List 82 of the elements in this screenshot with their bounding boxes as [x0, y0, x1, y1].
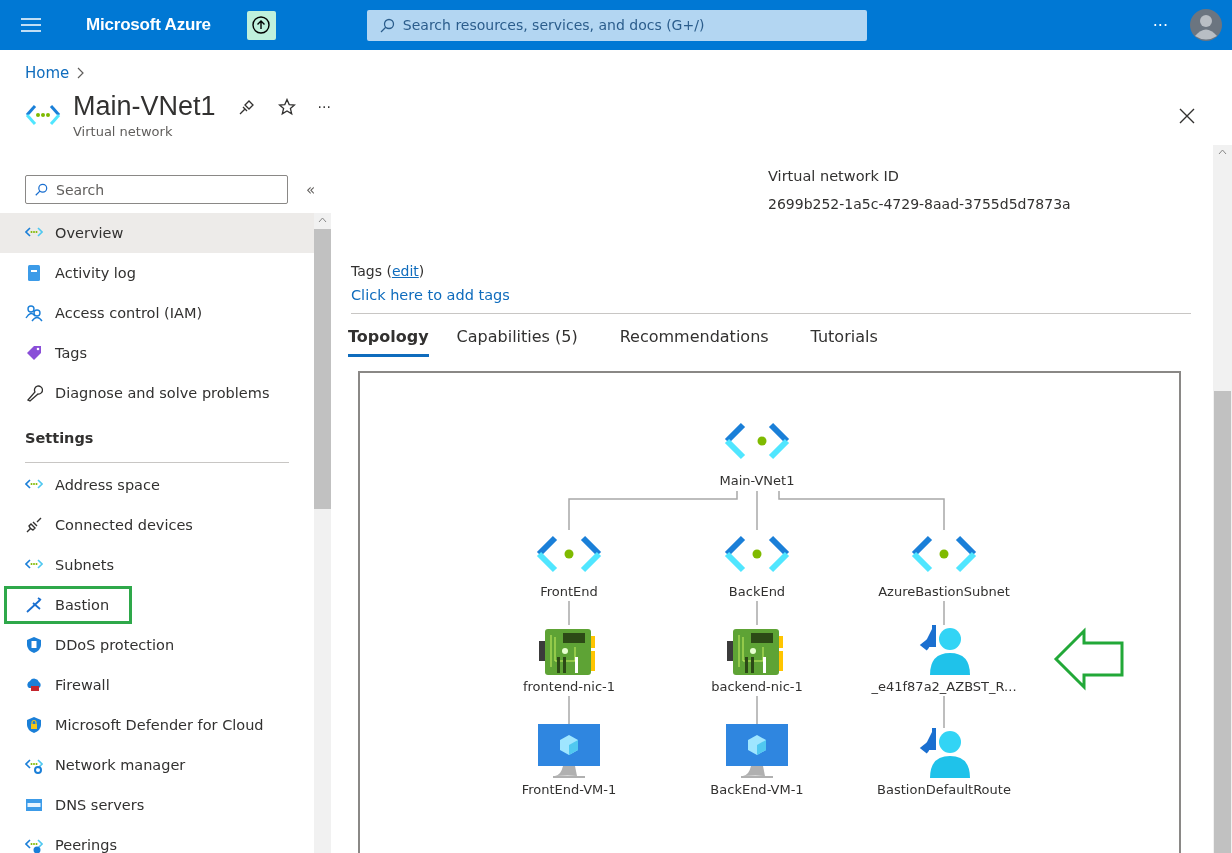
circuit-board-icon — [539, 629, 595, 675]
network-gear-icon — [25, 756, 43, 774]
node-label[interactable]: AzureBastionSubnet — [878, 584, 1010, 599]
search-icon — [34, 183, 48, 197]
menu-item[interactable]: Address space — [0, 465, 314, 505]
resource-type: Virtual network — [73, 124, 174, 139]
person-icon — [919, 623, 970, 675]
upgrade-button[interactable] — [246, 10, 276, 40]
node-label[interactable]: Main-VNet1 — [719, 473, 795, 488]
node-label[interactable]: backend-nic-1 — [711, 679, 803, 694]
search-field[interactable]: Search — [25, 175, 288, 204]
log-icon — [25, 264, 43, 282]
star-icon[interactable] — [277, 97, 296, 116]
scrollbar[interactable] — [1213, 145, 1232, 853]
menu-item[interactable]: Access control (IAM) — [0, 293, 314, 333]
network-icon — [25, 103, 61, 127]
menu-item[interactable]: Firewall — [0, 665, 314, 705]
connector-line — [756, 600, 758, 626]
shield-icon — [25, 636, 43, 654]
menu-item[interactable]: Microsoft Defender for Cloud — [0, 705, 314, 745]
search-icon — [378, 17, 395, 34]
network-icon — [536, 535, 602, 573]
shield-lock-icon — [25, 716, 43, 734]
more-button[interactable]: ··· — [317, 98, 331, 115]
collapse-button[interactable]: « — [306, 180, 316, 199]
circuit-board-icon — [727, 629, 783, 675]
menu-item[interactable]: Activity log — [0, 253, 314, 293]
node-label[interactable]: FrontEnd-VM-1 — [521, 782, 617, 797]
node-label[interactable]: BastionDefaultRoute — [877, 782, 1011, 797]
connector-line — [943, 600, 945, 626]
plug-icon — [25, 516, 43, 534]
edit-link[interactable]: edit — [391, 263, 419, 280]
field-value: 2699b252-1a5c-4729-8aad-3755d5d7873a — [768, 196, 1072, 212]
node-label[interactable]: frontend-nic-1 — [522, 679, 616, 694]
tab[interactable]: Tutorials — [810, 321, 892, 357]
connector-line — [756, 490, 758, 531]
menu-item[interactable]: Connected devices — [0, 505, 314, 545]
network-icon — [911, 535, 977, 573]
menu-item[interactable]: Diagnose and solve problems — [0, 373, 314, 413]
cloud-firewall-icon — [25, 676, 43, 694]
menu-item[interactable]: Peerings — [0, 825, 314, 853]
wrench-icon — [25, 384, 43, 402]
tab[interactable]: Recommendations — [619, 321, 783, 357]
people-icon — [25, 304, 43, 322]
menu-item[interactable]: DDoS protection — [0, 625, 314, 665]
add-tags-link[interactable]: Click here to add tags — [351, 287, 510, 304]
connector-line — [943, 695, 945, 729]
menu-item[interactable]: DNS servers — [0, 785, 314, 825]
more-button[interactable]: ··· — [1152, 15, 1168, 35]
network-icon — [724, 422, 790, 460]
node-label[interactable]: _e41f87a2_AZBST_R... — [871, 679, 1017, 694]
menu-item[interactable]: Bastion — [3, 585, 133, 625]
tags-label: Tags (edit) — [351, 263, 426, 280]
monitor-icon — [726, 724, 788, 778]
person-icon — [919, 726, 970, 778]
product-name[interactable]: Microsoft Azure — [86, 15, 211, 35]
search-field[interactable]: Search resources, services, and docs (G+/) — [366, 9, 867, 41]
tab[interactable]: Topology — [348, 321, 429, 357]
menu-item[interactable]: Network manager — [0, 745, 314, 785]
tab[interactable]: Capabilities (5) — [456, 321, 592, 357]
www-icon — [25, 796, 43, 814]
menu-item[interactable]: Overview — [0, 213, 314, 253]
node-label[interactable]: BackEnd — [728, 584, 786, 599]
tag-icon — [25, 344, 43, 362]
network-icon — [724, 535, 790, 573]
monitor-icon — [538, 724, 600, 778]
chevron-right-icon — [77, 67, 86, 79]
scrollbar[interactable] — [314, 213, 331, 853]
menu-item[interactable]: Subnets — [0, 545, 314, 585]
node-label[interactable]: FrontEnd — [540, 584, 598, 599]
section-heading: Settings — [25, 413, 289, 463]
avatar[interactable] — [1190, 9, 1222, 41]
breadcrumb-link[interactable]: Home — [25, 64, 70, 82]
menu-item[interactable]: Tags — [0, 333, 314, 373]
resource-title: Main-VNet1 — [73, 91, 216, 122]
menu-icon[interactable] — [21, 18, 41, 32]
field-label: Virtual network ID — [768, 168, 900, 184]
connector-line — [568, 600, 570, 626]
network-globe-icon — [25, 836, 43, 853]
bastion-icon — [25, 596, 43, 614]
close-icon[interactable] — [1179, 108, 1195, 124]
node-label[interactable]: BackEnd-VM-1 — [710, 782, 804, 797]
